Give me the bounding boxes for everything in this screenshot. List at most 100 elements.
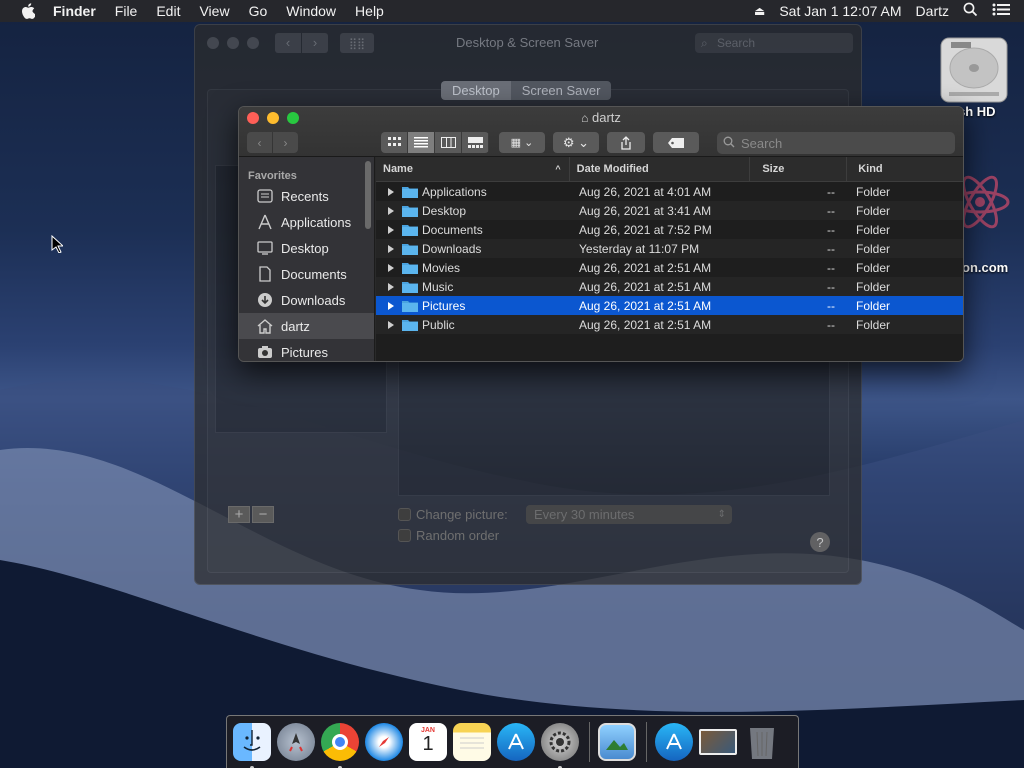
icon-view-button[interactable] bbox=[381, 132, 408, 153]
folder-icon bbox=[402, 320, 418, 331]
eject-icon[interactable]: ⏏ bbox=[754, 4, 765, 18]
finder-search[interactable] bbox=[717, 132, 955, 154]
disclosure-triangle-icon[interactable] bbox=[388, 244, 394, 253]
column-kind-label: Kind bbox=[858, 163, 883, 175]
photo-stack-icon[interactable] bbox=[699, 729, 737, 755]
disclosure-triangle-icon[interactable] bbox=[388, 187, 394, 196]
spotlight-icon[interactable] bbox=[963, 2, 978, 20]
remove-folder-button[interactable]: − bbox=[252, 506, 274, 523]
help-button[interactable]: ? bbox=[810, 532, 830, 552]
column-view-button[interactable] bbox=[435, 132, 462, 153]
finder-icon[interactable] bbox=[233, 723, 271, 768]
back-button[interactable]: ‹ bbox=[275, 33, 301, 53]
calendar-icon[interactable]: JAN 1 bbox=[409, 723, 447, 761]
show-all-button[interactable]: ⣿⣿ bbox=[340, 33, 374, 53]
sidebar-item-downloads[interactable]: Downloads bbox=[239, 287, 374, 313]
random-order-option[interactable]: Random order bbox=[398, 528, 499, 543]
disclosure-triangle-icon[interactable] bbox=[388, 282, 394, 291]
column-date-modified[interactable]: Date Modified bbox=[570, 156, 751, 182]
change-picture-option[interactable]: Change picture: bbox=[398, 507, 508, 522]
table-row[interactable]: Desktop Aug 26, 2021 at 3:41 AM -- Folder bbox=[376, 201, 963, 220]
add-folder-button[interactable]: + bbox=[228, 506, 250, 523]
menu-clock[interactable]: Sat Jan 1 12:07 AM bbox=[779, 3, 901, 19]
table-row[interactable]: Applications Aug 26, 2021 at 4:01 AM -- Fol… bbox=[376, 182, 963, 201]
preview-icon[interactable] bbox=[598, 723, 636, 761]
close-button[interactable] bbox=[207, 37, 219, 49]
list-view-button[interactable] bbox=[408, 132, 435, 153]
tab-desktop[interactable]: Desktop bbox=[441, 81, 511, 100]
finder-search-input[interactable] bbox=[741, 135, 941, 151]
menu-edit[interactable]: Edit bbox=[156, 3, 180, 19]
system-preferences-icon[interactable] bbox=[541, 723, 579, 768]
sidebar-item-desktop[interactable]: Desktop bbox=[239, 235, 374, 261]
app-store-folder-icon[interactable] bbox=[655, 723, 693, 761]
sidebar-item-label: Downloads bbox=[281, 292, 346, 308]
sidebar-item-applications[interactable]: Applications bbox=[239, 209, 374, 235]
table-row[interactable]: Public Aug 26, 2021 at 2:51 AM -- Folder bbox=[376, 315, 963, 334]
safari-icon[interactable] bbox=[365, 723, 403, 761]
name-cell: Music bbox=[376, 280, 569, 294]
table-row[interactable]: Downloads Yesterday at 11:07 PM -- Folder bbox=[376, 239, 963, 258]
sidebar-item-dartz[interactable]: dartz bbox=[239, 313, 374, 339]
sidebar-scrollbar[interactable] bbox=[365, 161, 371, 229]
table-row[interactable]: Movies Aug 26, 2021 at 2:51 AM -- Folder bbox=[376, 258, 963, 277]
camera-icon bbox=[256, 344, 274, 360]
column-name[interactable]: Name ^ bbox=[376, 156, 570, 182]
action-button[interactable]: ⚙ ⌄ bbox=[553, 132, 599, 153]
chrome-icon[interactable] bbox=[321, 723, 359, 768]
folder-icon bbox=[402, 187, 418, 198]
sidebar-item-documents[interactable]: Documents bbox=[239, 261, 374, 287]
notification-center-icon[interactable] bbox=[992, 3, 1010, 19]
change-picture-checkbox[interactable] bbox=[398, 508, 411, 521]
gallery-view-button[interactable] bbox=[462, 132, 489, 153]
tab-screen-saver[interactable]: Screen Saver bbox=[510, 81, 612, 100]
apple-icon[interactable] bbox=[17, 0, 39, 22]
app-store-icon[interactable] bbox=[497, 723, 535, 761]
menu-window[interactable]: Window bbox=[286, 3, 336, 19]
name-cell: Applications bbox=[376, 185, 569, 199]
sidebar-item-pictures[interactable]: Pictures bbox=[239, 339, 374, 361]
group-button[interactable]: ▦ ⌄ bbox=[499, 132, 545, 153]
search-icon: ⌕ bbox=[701, 36, 708, 50]
minimize-button[interactable] bbox=[227, 37, 239, 49]
launchpad-icon[interactable] bbox=[277, 723, 315, 761]
notes-icon[interactable] bbox=[453, 723, 491, 761]
interval-popup[interactable]: Every 30 minutes ⇕ bbox=[526, 505, 732, 524]
folder-icon bbox=[402, 225, 418, 236]
finder-forward-button[interactable]: › bbox=[273, 132, 298, 153]
random-order-checkbox[interactable] bbox=[398, 529, 411, 542]
share-button[interactable] bbox=[607, 132, 645, 153]
disclosure-triangle-icon[interactable] bbox=[388, 263, 394, 272]
preferences-titlebar: ‹ › ⣿⣿ Desktop & Screen Saver ⌕ Search bbox=[195, 25, 861, 61]
disclosure-triangle-icon[interactable] bbox=[388, 301, 394, 310]
trash-icon[interactable] bbox=[743, 723, 781, 761]
date-cell: Aug 26, 2021 at 2:51 AM bbox=[579, 260, 712, 275]
table-row[interactable]: Documents Aug 26, 2021 at 7:52 PM -- Folder bbox=[376, 220, 963, 239]
sidebar-item-recents[interactable]: Recents bbox=[239, 183, 374, 209]
finder-title-text: dartz bbox=[591, 110, 621, 125]
table-row[interactable]: Pictures Aug 26, 2021 at 2:51 AM -- Folder bbox=[376, 296, 963, 315]
name-cell: Public bbox=[376, 318, 569, 332]
kind-cell: Folder bbox=[856, 203, 891, 218]
zoom-button[interactable] bbox=[247, 37, 259, 49]
table-row[interactable]: Music Aug 26, 2021 at 2:51 AM -- Folder bbox=[376, 277, 963, 296]
finder-back-button[interactable]: ‹ bbox=[247, 132, 272, 153]
menu-file[interactable]: File bbox=[115, 3, 138, 19]
column-kind[interactable]: Kind bbox=[847, 157, 963, 182]
preferences-search[interactable]: ⌕ Search bbox=[695, 33, 853, 53]
date-cell: Aug 26, 2021 at 3:41 AM bbox=[579, 203, 712, 218]
disclosure-triangle-icon[interactable] bbox=[388, 320, 394, 329]
column-name-label: Name bbox=[383, 163, 413, 175]
forward-button[interactable]: › bbox=[302, 33, 328, 53]
disclosure-triangle-icon[interactable] bbox=[388, 225, 394, 234]
menu-app-name[interactable]: Finder bbox=[53, 3, 96, 19]
menu-go[interactable]: Go bbox=[249, 3, 268, 19]
tags-button[interactable] bbox=[653, 132, 699, 153]
menu-help[interactable]: Help bbox=[355, 3, 384, 19]
menu-view[interactable]: View bbox=[199, 3, 229, 19]
back-forward-buttons[interactable]: ‹ › bbox=[275, 33, 328, 53]
date-cell: Aug 26, 2021 at 2:51 AM bbox=[579, 279, 712, 294]
disclosure-triangle-icon[interactable] bbox=[388, 206, 394, 215]
menu-user[interactable]: Dartz bbox=[916, 3, 949, 19]
column-size[interactable]: Size bbox=[750, 156, 848, 182]
